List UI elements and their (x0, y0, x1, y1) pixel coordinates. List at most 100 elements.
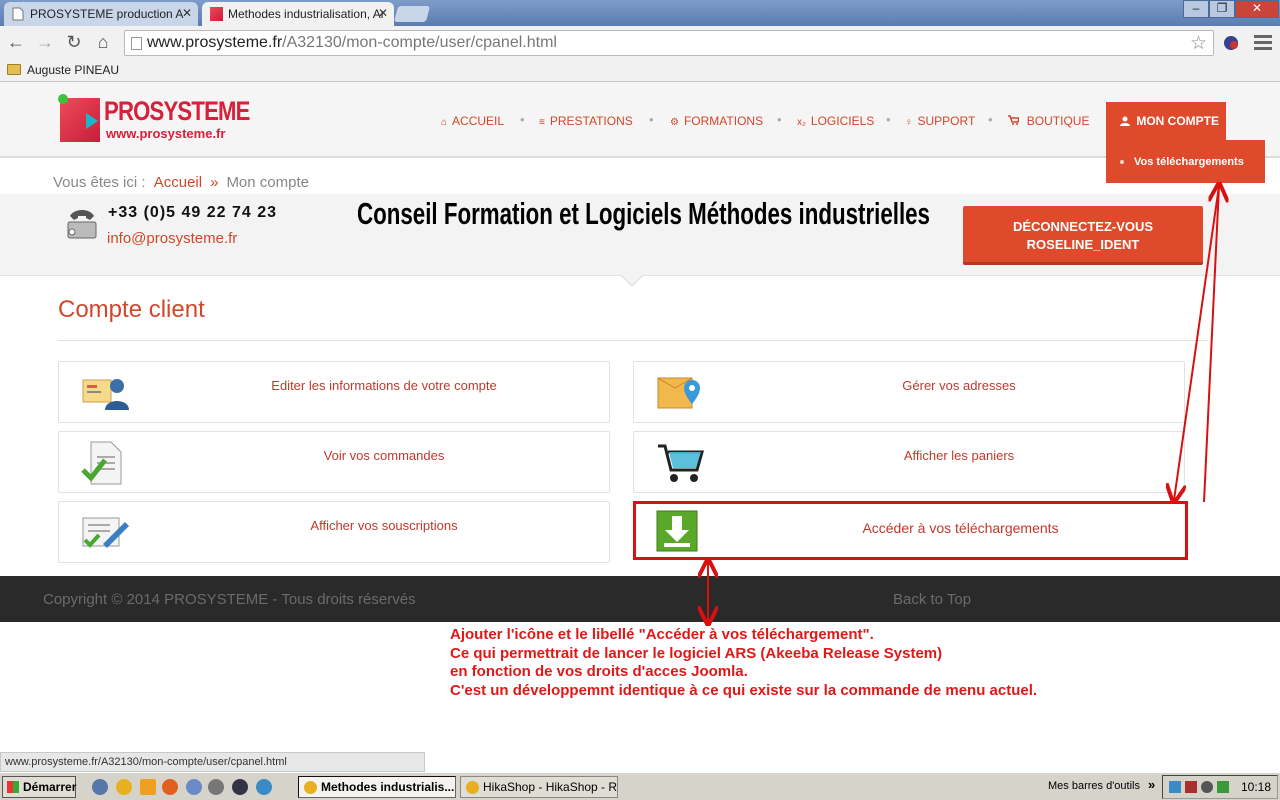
close-tab-icon[interactable]: ✕ (378, 6, 388, 20)
start-button[interactable]: Démarrer (2, 776, 76, 798)
site-footer: Copyright © 2014 PROSYSTEME - Tous droit… (0, 576, 1280, 622)
card-label: Gérer vos adresses (902, 378, 1016, 393)
main-nav: ⌂ ACCUEIL • ≡ PRESTATIONS • ⚙ FORMATIONS • … (0, 82, 1280, 183)
account-dropdown-telechargements[interactable]: Vos téléchargements (1106, 140, 1265, 183)
orders-check-icon (81, 440, 131, 486)
address-bar[interactable]: www.prosysteme.fr/A32130/mon-compte/user… (124, 30, 1214, 56)
card-manage-addresses[interactable]: Gérer vos adresses (633, 361, 1185, 423)
quicklaunch-media-icon[interactable] (232, 779, 248, 795)
logout-label: DÉCONNECTEZ-VOUS (1012, 219, 1154, 234)
breadcrumb-prefix: Vous êtes ici : (53, 174, 146, 191)
site-tagline: Conseil Formation et Logiciels Méthodes … (357, 196, 930, 231)
breadcrumb-current: Mon compte (226, 174, 309, 191)
bookmark-star-icon[interactable]: ☆ (1190, 32, 1207, 55)
card-label: Accéder à vos téléchargements (862, 520, 1059, 536)
subscription-pen-icon (81, 510, 131, 556)
chrome-icon (466, 781, 479, 794)
logout-username: ROSELINE_IDENT (1026, 237, 1140, 252)
new-tab-button[interactable] (393, 6, 431, 22)
download-icon (656, 510, 706, 556)
nav-item-mon-compte[interactable]: MON COMPTE (1106, 102, 1226, 142)
lightbulb-icon: ♀ (905, 117, 913, 128)
task-label: Methodes industrialis... (321, 780, 455, 794)
browser-menu-icon[interactable] (1254, 33, 1272, 53)
card-show-carts[interactable]: Afficher les paniers (633, 431, 1185, 493)
divider (58, 340, 1208, 341)
system-tray: 10:18 (1162, 775, 1278, 799)
annotation-line: Ce qui permettrait de lancer le logiciel… (450, 644, 943, 662)
breadcrumb-home-link[interactable]: Accueil (154, 174, 202, 191)
card-label: Afficher vos souscriptions (310, 518, 458, 533)
annotation-line: Ajouter l'icône et le libellé "Accéder à… (450, 626, 874, 643)
nav-label: LOGICIELS (810, 114, 875, 128)
card-downloads[interactable]: Accéder à vos téléchargements (633, 501, 1188, 560)
nav-separator: • (777, 112, 782, 127)
bookmark-folder-auguste[interactable]: Auguste PINEAU (27, 63, 119, 77)
dropdown-label: Vos téléchargements (1134, 156, 1244, 168)
address-map-pin-icon (656, 370, 706, 416)
shopping-cart-icon (656, 440, 706, 486)
folder-icon (7, 64, 21, 75)
toolbars-label[interactable]: Mes barres d'outils (1048, 780, 1140, 792)
phone-number: +33 (0)5 49 22 74 23 (108, 204, 278, 221)
logout-button[interactable]: DÉCONNECTEZ-VOUS ROSELINE_IDENT (963, 206, 1203, 265)
quicklaunch-chrome-icon[interactable] (116, 779, 132, 795)
nav-item-accueil[interactable]: ⌂ ACCUEIL (441, 114, 504, 128)
card-edit-account[interactable]: Editer les informations de votre compte (58, 361, 610, 423)
reload-icon[interactable]: ↻ (62, 32, 86, 53)
close-window-button[interactable]: ✕ (1235, 0, 1279, 18)
list-icon: ≡ (539, 117, 545, 128)
contact-band: +33 (0)5 49 22 74 23 info@prosysteme.fr … (0, 194, 1280, 276)
url-path: /A32130/mon-compte/user/cpanel.html (282, 34, 557, 51)
contact-email-link[interactable]: info@prosysteme.fr (107, 230, 237, 247)
home-icon[interactable]: ⌂ (91, 32, 115, 53)
quicklaunch-ie-icon[interactable] (92, 779, 108, 795)
back-arrow-icon[interactable]: ← (4, 32, 28, 53)
back-to-top-link[interactable]: Back to Top (893, 591, 971, 608)
task-methodes[interactable]: Methodes industrialis... (298, 776, 456, 798)
nav-item-prestations[interactable]: ≡ PRESTATIONS (539, 114, 633, 128)
cogs-icon: ⚙ (670, 117, 679, 128)
quicklaunch-app-icon[interactable] (186, 779, 202, 795)
update-icon[interactable] (1217, 781, 1229, 793)
nav-item-formations[interactable]: ⚙ FORMATIONS (670, 114, 763, 128)
quicklaunch-firefox-icon[interactable] (162, 779, 178, 795)
phone-icon (64, 208, 100, 242)
tab-title: PROSYSTEME production A (30, 7, 184, 21)
maximize-window-button[interactable]: ❐ (1209, 0, 1235, 18)
copyright-text: Copyright © 2014 PROSYSTEME - Tous droit… (43, 591, 416, 608)
quicklaunch-settings-icon[interactable] (208, 779, 224, 795)
tab-title: Methodes industrialisation, Ar (228, 7, 385, 21)
volume-icon[interactable] (1201, 781, 1213, 793)
subscript-icon: x₂ (797, 117, 806, 128)
status-url-bubble: www.prosysteme.fr/A32130/mon-compte/user… (0, 752, 425, 772)
quicklaunch-office-icon[interactable] (140, 779, 156, 795)
minimize-window-button[interactable]: – (1183, 0, 1209, 18)
breadcrumb-separator: » (210, 174, 219, 191)
user-icon (1120, 114, 1136, 128)
extension-icon[interactable] (1222, 34, 1240, 52)
browser-toolbar: ← → ↻ ⌂ www.prosysteme.fr/A32130/mon-com… (0, 26, 1280, 60)
breadcrumb: Vous êtes ici : Accueil » Mon compte (53, 174, 309, 191)
forward-arrow-icon[interactable]: → (33, 32, 57, 53)
network-icon[interactable] (1169, 781, 1181, 793)
card-label: Voir vos commandes (323, 448, 445, 463)
page-icon (131, 37, 142, 50)
quicklaunch-browser-icon[interactable] (256, 779, 272, 795)
close-tab-icon[interactable]: ✕ (182, 6, 192, 20)
antivirus-icon[interactable] (1185, 781, 1197, 793)
browser-tab-production[interactable]: PROSYSTEME production A ✕ (4, 2, 198, 26)
bookmarks-bar: Auguste PINEAU (0, 60, 1280, 82)
nav-item-logiciels[interactable]: x₂ LOGICIELS (797, 114, 874, 128)
url-host: www.prosysteme.fr (147, 34, 283, 51)
windows-flag-icon (7, 781, 19, 793)
task-hikashop[interactable]: HikaShop - HikaShop - R... (460, 776, 618, 798)
browser-tab-methodes[interactable]: Methodes industrialisation, Ar ✕ (202, 2, 394, 26)
card-label: Afficher les paniers (903, 448, 1015, 463)
chevron-right-icon[interactable]: » (1148, 777, 1155, 792)
card-subscriptions[interactable]: Afficher vos souscriptions (58, 501, 610, 563)
nav-item-support[interactable]: ♀ SUPPORT (905, 114, 975, 128)
card-view-orders[interactable]: Voir vos commandes (58, 431, 610, 493)
nav-item-boutique[interactable]: BOUTIQUE (1008, 114, 1089, 128)
nav-label: ACCUEIL (452, 114, 505, 128)
